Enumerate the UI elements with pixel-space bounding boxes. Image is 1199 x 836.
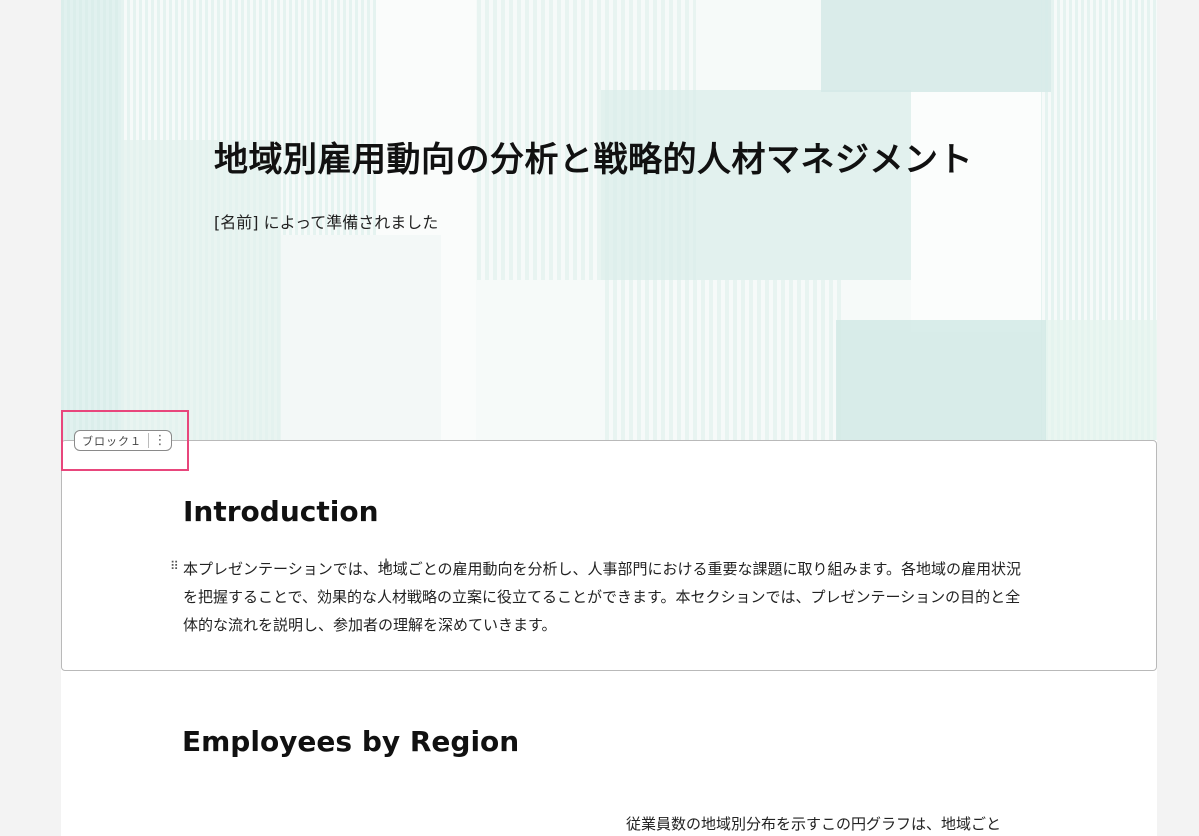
introduction-heading[interactable]: Introduction [183, 495, 379, 528]
cover-block[interactable]: 地域別雇用動向の分析と戦略的人材マネジメント [名前] によって準備されました [61, 0, 1157, 440]
drag-handle-icon[interactable]: ⠿ [170, 559, 179, 573]
introduction-paragraph[interactable]: 本プレゼンテーションでは、地域ごとの雇用動向を分析し、人事部門における重要な課題… [183, 555, 1033, 639]
document-subtitle[interactable]: [名前] によって準備されました [214, 209, 438, 233]
employees-by-region-heading[interactable]: Employees by Region [182, 725, 519, 758]
introduction-block[interactable]: Introduction ⠿ 本プレゼンテーションでは、地域ごとの雇用動向を分析… [61, 440, 1157, 671]
employees-by-region-block[interactable]: Employees by Region 従業員数の地域別分布を示すこの円グラフは… [61, 671, 1157, 836]
block-tag[interactable]: ブロック１ ⋮ [74, 430, 172, 451]
document-title[interactable]: 地域別雇用動向の分析と戦略的人材マネジメント [214, 132, 973, 181]
more-vertical-icon[interactable]: ⋮ [149, 431, 171, 450]
block-tag-label[interactable]: ブロック１ [75, 433, 148, 449]
employees-by-region-paragraph[interactable]: 従業員数の地域別分布を示すこの円グラフは、地域ごと [626, 813, 1001, 834]
document-page: 地域別雇用動向の分析と戦略的人材マネジメント [名前] によって準備されました … [61, 0, 1157, 836]
text-cursor-icon: I [384, 557, 389, 573]
